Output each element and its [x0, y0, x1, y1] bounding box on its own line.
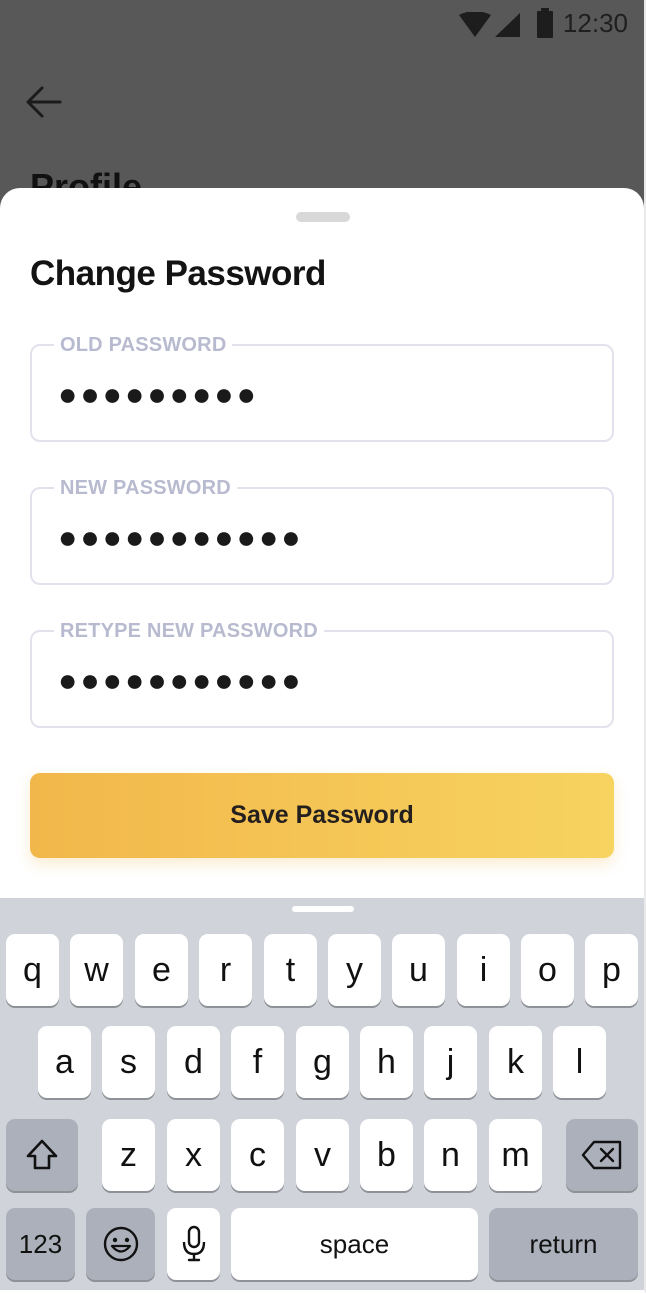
key-p[interactable]: p — [585, 934, 638, 1006]
save-password-button[interactable]: Save Password — [30, 773, 614, 858]
emoji-key[interactable] — [86, 1208, 155, 1280]
save-password-label: Save Password — [230, 801, 414, 829]
key-a[interactable]: a — [38, 1026, 91, 1098]
key-v[interactable]: v — [296, 1119, 349, 1191]
key-c[interactable]: c — [231, 1119, 284, 1191]
space-key[interactable]: space — [231, 1208, 478, 1280]
key-t[interactable]: t — [264, 934, 317, 1006]
key-z[interactable]: z — [102, 1119, 155, 1191]
keyboard: q w e r t y u i o p a s d f g h j k l z … — [0, 898, 644, 1290]
new-password-field[interactable]: NEW PASSWORD ●●●●●●●●●●● — [30, 477, 614, 585]
key-f[interactable]: f — [231, 1026, 284, 1098]
key-b[interactable]: b — [360, 1119, 413, 1191]
old-password-field[interactable]: OLD PASSWORD ●●●●●●●●● — [30, 334, 614, 442]
battery-icon — [537, 8, 553, 38]
key-u[interactable]: u — [392, 934, 445, 1006]
shift-key[interactable] — [6, 1119, 78, 1191]
key-x[interactable]: x — [167, 1119, 220, 1191]
key-m[interactable]: m — [489, 1119, 542, 1191]
key-h[interactable]: h — [360, 1026, 413, 1098]
keyboard-grabber — [292, 906, 354, 912]
microphone-key[interactable] — [167, 1208, 220, 1280]
backspace-icon — [581, 1140, 622, 1170]
shift-icon — [26, 1139, 58, 1170]
key-d[interactable]: d — [167, 1026, 220, 1098]
key-w[interactable]: w — [70, 934, 123, 1006]
new-password-value[interactable]: ●●●●●●●●●●● — [58, 519, 304, 555]
retype-password-value[interactable]: ●●●●●●●●●●● — [58, 662, 304, 698]
backspace-key[interactable] — [566, 1119, 638, 1191]
emoji-icon — [103, 1226, 138, 1262]
retype-password-field[interactable]: RETYPE NEW PASSWORD ●●●●●●●●●●● — [30, 620, 614, 728]
key-s[interactable]: s — [102, 1026, 155, 1098]
key-g[interactable]: g — [296, 1026, 349, 1098]
key-n[interactable]: n — [424, 1119, 477, 1191]
sheet-title: Change Password — [30, 254, 326, 293]
back-arrow-icon[interactable] — [24, 80, 64, 124]
wifi-icon — [459, 12, 491, 37]
numbers-key[interactable]: 123 — [6, 1208, 75, 1280]
key-o[interactable]: o — [521, 934, 574, 1006]
new-password-label: NEW PASSWORD — [54, 477, 237, 499]
retype-password-label: RETYPE NEW PASSWORD — [54, 620, 324, 642]
key-r[interactable]: r — [199, 934, 252, 1006]
key-e[interactable]: e — [135, 934, 188, 1006]
change-password-sheet: Change Password OLD PASSWORD ●●●●●●●●● N… — [0, 188, 644, 908]
status-time: 12:30 — [562, 8, 628, 38]
phone-screen: 12:30 Profile Change Password OLD PASSWO… — [0, 0, 646, 1294]
key-i[interactable]: i — [457, 934, 510, 1006]
key-y[interactable]: y — [328, 934, 381, 1006]
key-j[interactable]: j — [424, 1026, 477, 1098]
old-password-label: OLD PASSWORD — [54, 334, 233, 356]
old-password-value[interactable]: ●●●●●●●●● — [58, 376, 259, 412]
microphone-icon — [182, 1225, 205, 1262]
cellular-icon — [495, 13, 520, 37]
key-l[interactable]: l — [553, 1026, 606, 1098]
key-k[interactable]: k — [489, 1026, 542, 1098]
return-key[interactable]: return — [489, 1208, 638, 1280]
status-bar: 12:30 — [0, 0, 644, 48]
key-q[interactable]: q — [6, 934, 59, 1006]
sheet-drag-handle[interactable] — [296, 212, 350, 222]
